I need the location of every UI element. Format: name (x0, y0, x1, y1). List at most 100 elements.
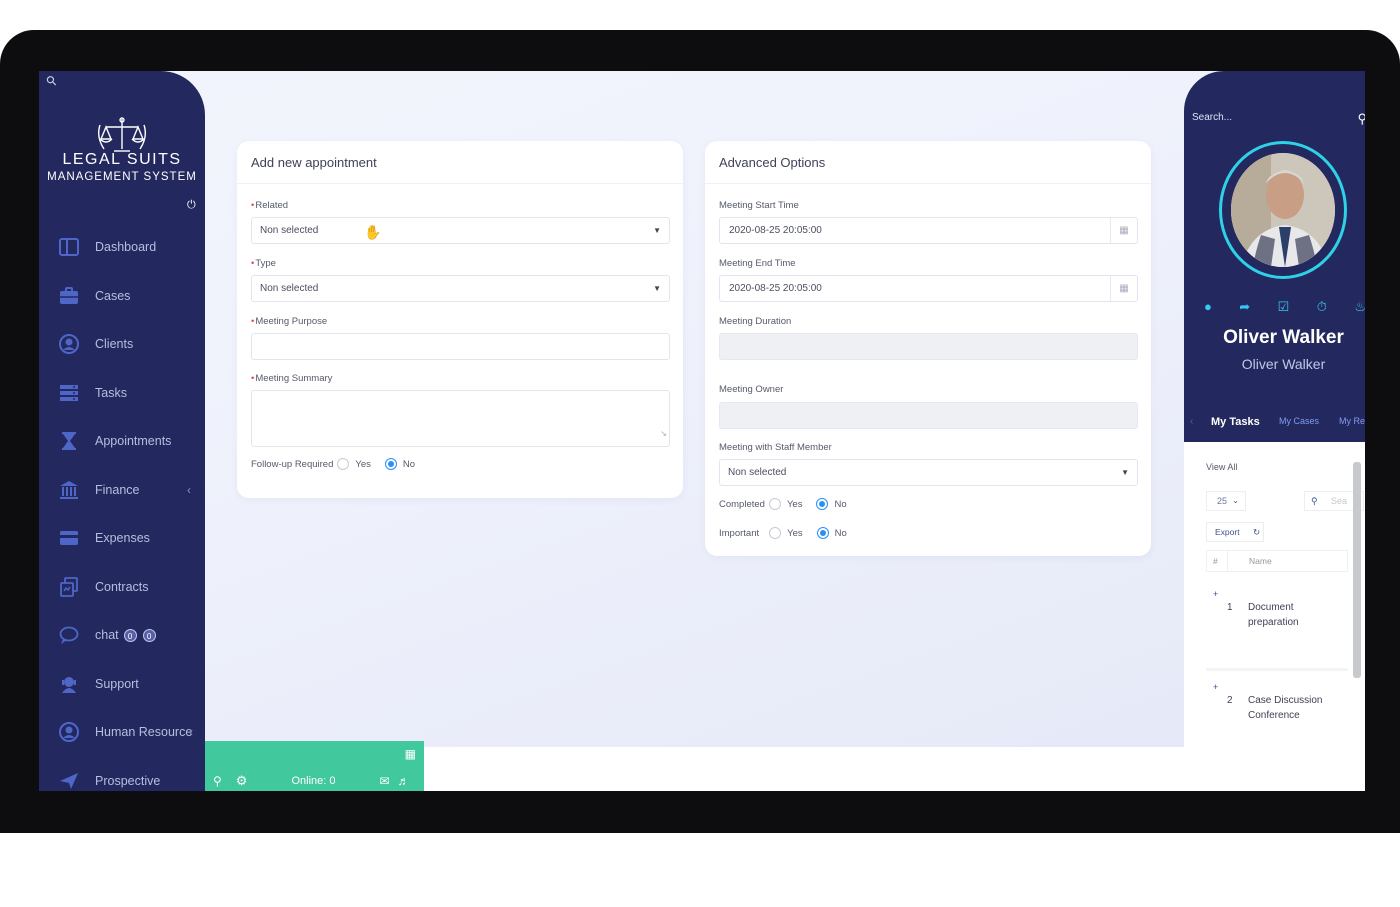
logo-subtitle: MANAGEMENT SYSTEM (47, 171, 197, 183)
sidebar-item-label: Tasks (95, 385, 127, 400)
chat-icon (59, 625, 79, 645)
yes-label: Yes (786, 498, 803, 510)
clock-icon[interactable]: ⏱ (1317, 299, 1327, 315)
sidebar-item-label: Cases (95, 288, 131, 303)
appointment-card: Add new appointment •Related Non selecte… (237, 141, 683, 498)
chevron-down-icon: ⌄ (1232, 496, 1239, 505)
share-icon[interactable]: ➦ (1239, 299, 1250, 315)
tasks-table-header: # Name (1206, 550, 1348, 572)
related-select[interactable]: Non selected ▼ ✋ (251, 217, 670, 244)
view-all-link[interactable]: View All (1206, 462, 1237, 472)
online-status: Online: 0 (291, 775, 336, 787)
row-divider (1206, 668, 1348, 671)
no-label: No (834, 498, 847, 510)
important-no-radio[interactable] (816, 527, 829, 539)
expand-row-icon[interactable]: + (1213, 682, 1218, 692)
advanced-card-title: Advanced Options (705, 141, 1151, 184)
owner-label: Meeting Owner (719, 384, 784, 395)
check-square-icon[interactable]: ☑ (1278, 299, 1290, 315)
refresh-icon[interactable]: ↻ (1253, 523, 1260, 541)
dashboard-icon (59, 237, 79, 257)
speaker-icon[interactable]: ♬ (398, 774, 410, 788)
task-name[interactable]: Case Discussion Conference (1248, 693, 1348, 723)
tasks-scrollbar[interactable] (1353, 462, 1361, 678)
bell-icon[interactable]: ♨ (1354, 299, 1365, 315)
profile-subtitle: Oliver Walker (1241, 356, 1326, 372)
col-divider (1227, 551, 1228, 571)
followup-no-radio[interactable] (384, 458, 397, 470)
important-yes-radio[interactable] (769, 527, 782, 539)
send-icon (59, 771, 79, 791)
task-number: 1 (1227, 602, 1233, 613)
credit-card-icon (59, 528, 79, 548)
chevron-left-icon[interactable]: ‹ (189, 725, 193, 739)
export-button[interactable]: Export ↻ (1206, 522, 1264, 542)
type-label: •Type (251, 258, 276, 269)
sidebar-item-contracts[interactable]: Contracts (39, 563, 205, 612)
start-time-input[interactable]: 2020-08-25 20:05:00 ▦ (719, 217, 1138, 244)
user-icon[interactable]: ● (1204, 299, 1212, 315)
meeting-purpose-input[interactable] (251, 333, 670, 360)
end-time-input[interactable]: 2020-08-25 20:05:00 ▦ (719, 275, 1138, 302)
app-logo[interactable]: LEGAL SUITS MANAGEMENT SYSTEM (39, 115, 205, 183)
purpose-label: •Meeting Purpose (251, 316, 328, 327)
avatar[interactable] (1231, 153, 1335, 267)
power-icon[interactable]: ⏻ (187, 199, 196, 212)
chevron-left-icon[interactable]: ‹ (187, 483, 191, 497)
user-circle-icon (59, 334, 79, 355)
calendar-icon[interactable]: ▦ (1110, 276, 1137, 301)
related-label: •Related (251, 200, 289, 211)
completed-no-radio[interactable] (816, 498, 829, 510)
col-name: Name (1249, 556, 1272, 566)
start-time-value: 2020-08-25 20:05:00 (729, 225, 822, 236)
sidebar-item-support[interactable]: Support (39, 660, 205, 709)
staff-member-select[interactable]: Non selected ▼ (719, 459, 1138, 486)
logo-title: LEGAL SUITS (62, 151, 182, 168)
search-icon: ⚲ (1311, 496, 1318, 506)
profile-name: Oliver Walker (1223, 327, 1344, 348)
sidebar-item-expenses[interactable]: Expenses (39, 514, 205, 563)
resize-handle-icon[interactable]: ↘ (660, 421, 667, 446)
sidebar-item-label: chat (95, 628, 119, 643)
bank-icon (59, 480, 79, 500)
tab-my-re[interactable]: My Re (1339, 416, 1365, 426)
sidebar-item-clients[interactable]: Clients (39, 320, 205, 369)
pin-icon[interactable]: ⚲ (43, 72, 61, 90)
meeting-summary-textarea[interactable]: ↘ (251, 390, 670, 447)
search-icon[interactable]: ⚲ (1357, 111, 1365, 127)
chat-bar[interactable]: ▦ ⚲ ⚙ Online: 0 ✉ ♬ (205, 741, 424, 791)
completed-yes-radio[interactable] (768, 498, 781, 510)
windows-icon[interactable]: ▦ (405, 747, 416, 761)
sidebar-item-label: Expenses (95, 531, 150, 546)
caret-down-icon: ▼ (1121, 468, 1129, 477)
hand-cursor-icon: ✋ (364, 224, 382, 240)
tab-my-cases[interactable]: My Cases (1279, 416, 1319, 426)
followup-yes-radio[interactable] (337, 458, 350, 470)
sidebar-item-prospective[interactable]: Prospective (39, 757, 205, 792)
type-select[interactable]: Non selected ▼ (251, 275, 670, 302)
tasks-icon (59, 383, 79, 403)
chat-bubbles-icon[interactable]: ✉ (379, 774, 389, 788)
yes-label: Yes (787, 527, 803, 539)
sidebar-item-dashboard[interactable]: Dashboard (39, 223, 205, 272)
gear-icon[interactable]: ⚙ (236, 773, 248, 789)
tab-my-tasks[interactable]: My Tasks (1211, 416, 1260, 428)
meeting-duration-input (719, 333, 1138, 360)
page-size-select[interactable]: 25 ⌄ (1206, 491, 1246, 511)
task-name[interactable]: Document preparation (1248, 600, 1338, 630)
sidebar-item-appointments[interactable]: Appointments (39, 417, 205, 466)
calendar-icon[interactable]: ▦ (1110, 218, 1137, 243)
col-number: # (1213, 556, 1218, 566)
no-label: No (402, 458, 416, 470)
sidebar-item-cases[interactable]: Cases (39, 272, 205, 321)
search-icon[interactable]: ⚲ (213, 774, 222, 788)
sidebar-item-chat[interactable]: chat 0 0 (39, 611, 205, 660)
chat-badge: 0 (142, 628, 156, 642)
panel-search-input[interactable]: Search... (1192, 112, 1232, 123)
chevron-left-icon[interactable]: ‹ (1190, 416, 1193, 427)
expand-row-icon[interactable]: + (1213, 589, 1218, 599)
chat-badge: 0 (123, 628, 137, 642)
sidebar-item-finance[interactable]: Finance ‹ (39, 466, 205, 515)
sidebar-item-human-resource[interactable]: Human Resource ‹ (39, 708, 205, 757)
sidebar-item-tasks[interactable]: Tasks (39, 369, 205, 418)
